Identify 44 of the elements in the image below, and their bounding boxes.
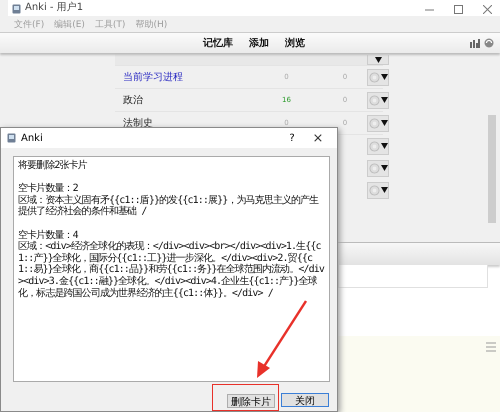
deck-name[interactable]: 政治	[123, 93, 143, 107]
count-text: 空卡片数量：4	[18, 230, 80, 241]
help-button[interactable]: ?	[280, 132, 304, 144]
app-icon	[7, 133, 16, 143]
gear-icon	[368, 118, 380, 128]
deck-options-button[interactable]	[367, 114, 389, 132]
app-icon	[12, 4, 21, 14]
dialog-title: Anki	[21, 132, 44, 144]
count-text: 空卡片数量：2	[18, 183, 79, 194]
caret-icon	[374, 57, 382, 63]
maximize-icon[interactable]	[454, 5, 463, 14]
gear-icon	[368, 140, 380, 152]
field-text: 区域：资本主义固有矛{{c1::盾}}的发{{c1::展}}，为马克思主义的产生提供了经济社会的条件和基础 /	[18, 194, 320, 218]
deck-options-button[interactable]	[367, 68, 389, 86]
toolbar-link[interactable]: 记忆库	[203, 36, 233, 50]
caret-icon	[380, 97, 388, 103]
deck-name[interactable]: 当前学习进程	[123, 70, 183, 84]
caret-icon	[380, 74, 388, 80]
gear-icon	[368, 162, 380, 174]
deck-options-button[interactable]	[367, 160, 389, 176]
deck-options-button[interactable]	[367, 92, 389, 108]
list-icon[interactable]	[486, 342, 496, 352]
field-text: 区域：<div>经济全球化的表现：</div><div><br></div><div>1.生{{c1::产}}全球化，国际分{{c1::工}}进一步深化。</div><div>2.贸{{c1::易}}全球化，商{{c1::品}}和劳{{c1::务}}在全球范围内流动。</div><div>3.金{{c1::融}}全球化。</div><div>4.企业生{{c1::产}}全球化，标志是跨国公司成为世界经济的主{{c1::体}}。</div> /	[18, 241, 325, 300]
window-title: Anki - 用户1	[25, 0, 84, 14]
sync-icon[interactable]	[484, 38, 494, 48]
caret-icon	[380, 143, 388, 149]
toolbar-link[interactable]: 添加	[249, 36, 269, 50]
deck-options-button[interactable]	[367, 182, 389, 198]
caret-icon	[380, 165, 388, 171]
caret-icon	[380, 120, 388, 126]
bar-chart-icon[interactable]	[470, 38, 480, 48]
gear-icon	[368, 72, 380, 82]
input-field[interactable]	[338, 265, 488, 288]
gear-icon	[368, 94, 380, 106]
toolbar-link[interactable]: 浏览	[285, 36, 305, 50]
deck-options-button[interactable]	[367, 55, 389, 65]
close-icon[interactable]	[483, 5, 492, 14]
gear-icon	[368, 184, 380, 196]
close-button[interactable]: ×	[309, 130, 327, 146]
delete-cards-button[interactable]: 删除卡片	[227, 394, 275, 408]
caret-icon	[380, 187, 388, 193]
deck-options-button[interactable]	[367, 138, 389, 154]
summary-text: 将要删除2张卡片	[18, 160, 88, 172]
close-dialog-button[interactable]: 关闭	[281, 393, 329, 407]
